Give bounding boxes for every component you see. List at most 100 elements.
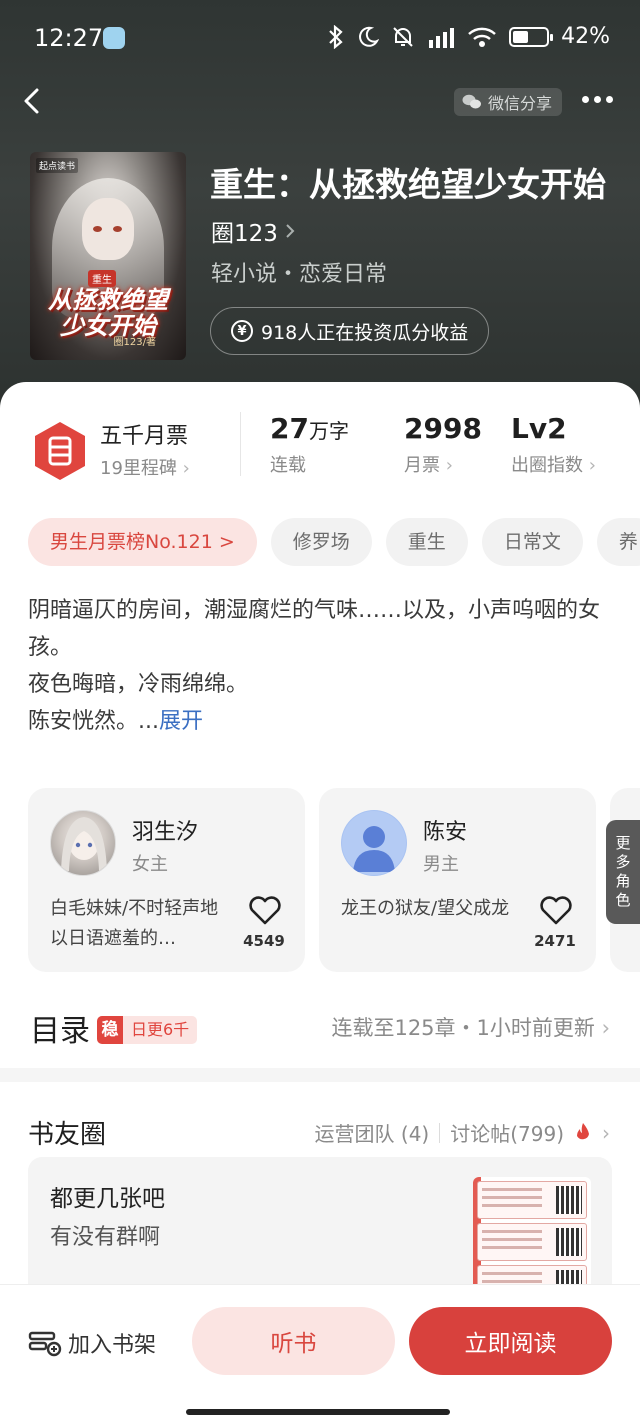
update-badge-char: 稳	[97, 1016, 123, 1044]
update-badge-text: 日更6千	[131, 1020, 190, 1039]
synopsis-line: 夜色晦暗，冷雨绵绵。	[28, 672, 249, 697]
word-count-unit: 万字	[308, 419, 349, 443]
character-desc: 白毛妹妹/不时轻声地以日语遮羞的…	[50, 898, 219, 949]
character-name: 陈安	[423, 820, 468, 845]
battery-icon	[509, 26, 554, 47]
monthly-votes-stat[interactable]: 2998 月票 ›	[404, 412, 482, 477]
monthly-ticket-icon	[35, 422, 85, 480]
toc-status: 连载至125章・1小时前更新 ›	[331, 1012, 610, 1042]
update-badge: 稳 日更6千	[97, 1016, 198, 1044]
book-header: 12:27 42% 微信分享 起点读书 重生 从拯救绝望 少女开始 圈123/著	[0, 0, 640, 420]
tag-chip[interactable]: 重生	[385, 518, 468, 566]
like-count: 2471	[534, 932, 576, 950]
bluetooth-icon	[329, 24, 343, 49]
popularity-level: Lv2	[511, 412, 567, 445]
tag-row: 男生月票榜No.121 > 修罗场 重生 日常文 养	[28, 518, 640, 566]
chevron-right-icon: ›	[445, 455, 453, 476]
monthly-votes-number: 2998	[404, 412, 482, 445]
word-count-number: 27	[270, 412, 309, 445]
character-card[interactable]: 陈安 男主 龙王の狱友/望父成龙 2471	[319, 788, 596, 972]
mute-bell-icon	[393, 26, 413, 47]
signal-icon	[429, 27, 455, 48]
toc-title: 目录	[30, 1014, 90, 1049]
cover-brand: 起点读书	[36, 158, 79, 173]
chevron-right-icon	[286, 224, 295, 238]
author-name: 圈123	[211, 221, 278, 247]
ticket-milestone-name[interactable]: 五千月票	[100, 418, 188, 450]
chevron-right-icon: ›	[182, 458, 190, 479]
divider	[240, 412, 241, 476]
character-role: 女主	[132, 854, 168, 875]
wechat-share-button[interactable]: 微信分享	[454, 88, 563, 116]
wechat-share-label: 微信分享	[488, 94, 553, 113]
book-detail-sheet: 五千月票 19里程碑 › 27万字 连载 2998 月票 › Lv2 出圈指数 …	[0, 382, 640, 1424]
add-to-shelf-label: 加入书架	[68, 1333, 157, 1358]
book-genres: 轻小说・恋爱日常	[211, 262, 388, 287]
reader-circle-title: 书友圈	[28, 1120, 107, 1150]
avatar	[341, 810, 407, 876]
popularity-index-stat[interactable]: Lv2 出圈指数 ›	[511, 412, 596, 477]
flame-icon	[577, 1122, 589, 1139]
add-to-shelf-button[interactable]: 加入书架	[28, 1327, 156, 1359]
cover-author: 圈123/著	[113, 337, 156, 348]
like-count: 4549	[243, 932, 285, 950]
divider	[439, 1122, 441, 1143]
ticket-sub-text: 19里程碑	[100, 458, 177, 479]
cover-title-line2: 少女开始	[60, 312, 156, 341]
read-now-button[interactable]: 立即阅读	[409, 1307, 612, 1375]
character-role: 男主	[423, 854, 459, 875]
status-time: 12:27	[34, 24, 104, 52]
stats-row: 五千月票 19里程碑 › 27万字 连载 2998 月票 › Lv2 出圈指数 …	[0, 382, 640, 512]
more-characters-tab[interactable]: 更多角色	[606, 820, 640, 924]
character-name: 羽生汐	[132, 820, 199, 845]
chevron-right-icon: ›	[601, 1016, 610, 1040]
yen-icon: ¥	[231, 320, 253, 342]
add-to-shelf-icon	[28, 1331, 62, 1357]
cover-title-line1: 从拯救绝望	[48, 286, 168, 315]
invest-button[interactable]: ¥ 918人正在投资瓜分收益	[210, 307, 490, 355]
character-cards: 羽生汐 女主 白毛妹妹/不时轻声地以日语遮羞的… 4549 陈安 男主 龙王の狱…	[28, 788, 640, 972]
heart-icon[interactable]	[248, 896, 282, 926]
ticket-milestone-sub[interactable]: 19里程碑 ›	[100, 454, 190, 480]
synopsis-line: 陈安恍然。...	[28, 709, 159, 734]
section-divider	[0, 1068, 640, 1082]
chevron-right-icon: ›	[588, 455, 596, 476]
character-card[interactable]: 羽生汐 女主 白毛妹妹/不时轻声地以日语遮羞的… 4549	[28, 788, 305, 972]
operations-team-link[interactable]: 运营团队 (4)	[315, 1118, 430, 1147]
post-title: 都更几张吧	[50, 1186, 165, 1212]
tag-chip[interactable]: 日常文	[481, 518, 583, 566]
avatar	[50, 810, 116, 876]
invest-label: 918人正在投资瓜分收益	[261, 321, 469, 344]
book-synopsis[interactable]: 阴暗逼仄的房间，潮湿腐烂的气味……以及，小声呜咽的女孩。 夜色晦暗，冷雨绵绵。 …	[28, 592, 618, 740]
bottom-action-bar: 加入书架 听书 立即阅读	[0, 1284, 640, 1424]
listen-button[interactable]: 听书	[192, 1307, 395, 1375]
rank-tag[interactable]: 男生月票榜No.121 >	[28, 518, 257, 566]
cover-title: 从拯救绝望 少女开始	[38, 286, 178, 341]
heart-icon[interactable]	[539, 896, 573, 926]
wifi-icon	[468, 27, 496, 47]
table-of-contents-row[interactable]: 目录 稳 日更6千 连载至125章・1小时前更新 ›	[0, 998, 640, 1058]
more-options-icon[interactable]	[582, 96, 613, 103]
character-desc: 龙王の狱友/望父成龙	[341, 898, 510, 919]
home-indicator	[186, 1409, 450, 1415]
battery-percent: 42%	[561, 24, 610, 49]
expand-link[interactable]: 展开	[159, 709, 203, 734]
notification-app-icon	[103, 27, 125, 49]
author-link[interactable]: 圈123	[211, 214, 296, 248]
post-body: 有没有群啊	[50, 1225, 161, 1250]
status-bar: 12:27 42%	[0, 0, 640, 78]
moon-icon	[359, 26, 380, 47]
back-arrow-icon[interactable]	[18, 86, 48, 116]
chevron-right-icon: ›	[602, 1120, 610, 1145]
discussion-posts-link[interactable]: 讨论帖(799)	[450, 1118, 564, 1147]
book-cover[interactable]: 起点读书 重生 从拯救绝望 少女开始 圈123/著	[30, 152, 186, 360]
toc-status-text: 连载至125章・1小时前更新	[331, 1016, 595, 1040]
cover-tag: 重生	[88, 270, 116, 287]
word-count-stat: 27万字 连载	[270, 412, 349, 477]
tag-chip[interactable]: 养	[596, 518, 640, 566]
synopsis-line: 阴暗逼仄的房间，潮湿腐烂的气味……以及，小声呜咽的女孩。	[28, 598, 601, 660]
wechat-icon	[462, 94, 481, 109]
tag-chip[interactable]: 修罗场	[270, 518, 372, 566]
word-count-label: 连载	[270, 455, 306, 476]
popularity-label: 出圈指数	[511, 455, 583, 476]
